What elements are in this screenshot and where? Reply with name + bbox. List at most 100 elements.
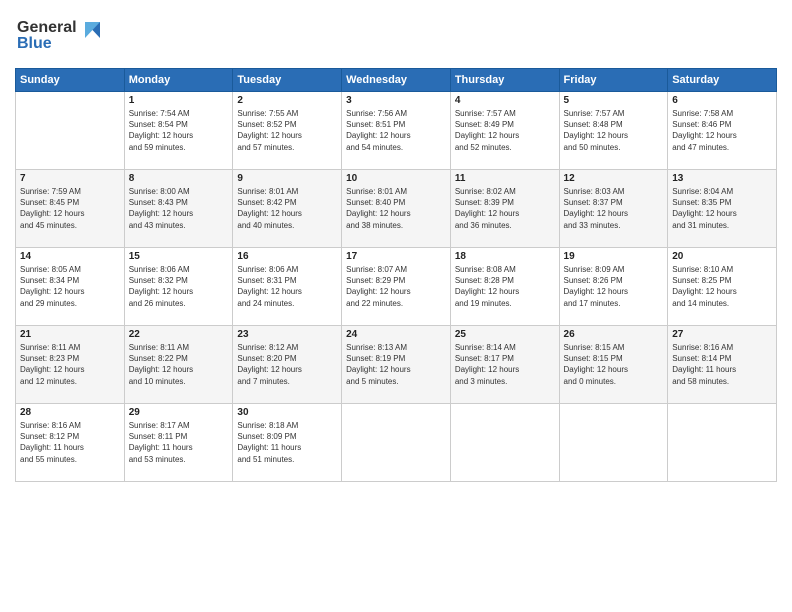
day-info: Sunrise: 7:55 AM Sunset: 8:52 PM Dayligh…: [237, 108, 337, 153]
day-info: Sunrise: 8:10 AM Sunset: 8:25 PM Dayligh…: [672, 264, 772, 309]
day-info: Sunrise: 8:13 AM Sunset: 8:19 PM Dayligh…: [346, 342, 446, 387]
day-number: 23: [237, 329, 337, 340]
day-number: 6: [672, 95, 772, 106]
day-number: 9: [237, 173, 337, 184]
logo: General Blue: [15, 10, 105, 60]
calendar-cell: 3 Sunrise: 7:56 AM Sunset: 8:51 PM Daylig…: [342, 92, 451, 170]
day-info: Sunrise: 8:16 AM Sunset: 8:12 PM Dayligh…: [20, 420, 120, 465]
day-number: 24: [346, 329, 446, 340]
calendar-cell: 19 Sunrise: 8:09 AM Sunset: 8:26 PM Dayli…: [559, 248, 668, 326]
calendar-cell: [450, 404, 559, 482]
day-info: Sunrise: 7:59 AM Sunset: 8:45 PM Dayligh…: [20, 186, 120, 231]
day-number: 18: [455, 251, 555, 262]
day-header-sunday: Sunday: [16, 69, 125, 92]
calendar-cell: 12Sunrise: 8:03 AM Sunset: 8:37 PM Dayli…: [559, 170, 668, 248]
day-info: Sunrise: 8:06 AM Sunset: 8:32 PM Dayligh…: [129, 264, 229, 309]
calendar-cell: 29 Sunrise: 8:17 AM Sunset: 8:11 PM Dayli…: [124, 404, 233, 482]
calendar-cell: 7Sunrise: 7:59 AM Sunset: 8:45 PM Daylig…: [16, 170, 125, 248]
week-row-2: 7Sunrise: 7:59 AM Sunset: 8:45 PM Daylig…: [16, 170, 777, 248]
day-info: Sunrise: 8:09 AM Sunset: 8:26 PM Dayligh…: [564, 264, 664, 309]
day-number: 17: [346, 251, 446, 262]
day-header-thursday: Thursday: [450, 69, 559, 92]
calendar-cell: 24 Sunrise: 8:13 AM Sunset: 8:19 PM Dayli…: [342, 326, 451, 404]
calendar-cell: 14 Sunrise: 8:05 AM Sunset: 8:34 PM Dayli…: [16, 248, 125, 326]
week-row-3: 14 Sunrise: 8:05 AM Sunset: 8:34 PM Dayli…: [16, 248, 777, 326]
header: General Blue: [15, 10, 777, 60]
day-info: Sunrise: 7:57 AM Sunset: 8:48 PM Dayligh…: [564, 108, 664, 153]
calendar-cell: 5 Sunrise: 7:57 AM Sunset: 8:48 PM Daylig…: [559, 92, 668, 170]
calendar-cell: 8Sunrise: 8:00 AM Sunset: 8:43 PM Daylig…: [124, 170, 233, 248]
calendar-cell: 22 Sunrise: 8:11 AM Sunset: 8:22 PM Dayli…: [124, 326, 233, 404]
day-number: 3: [346, 95, 446, 106]
day-number: 28: [20, 407, 120, 418]
day-number: 4: [455, 95, 555, 106]
day-info: Sunrise: 8:00 AM Sunset: 8:43 PM Dayligh…: [129, 186, 229, 231]
day-number: 30: [237, 407, 337, 418]
day-info: Sunrise: 8:17 AM Sunset: 8:11 PM Dayligh…: [129, 420, 229, 465]
calendar-cell: 26 Sunrise: 8:15 AM Sunset: 8:15 PM Dayli…: [559, 326, 668, 404]
day-info: Sunrise: 7:54 AM Sunset: 8:54 PM Dayligh…: [129, 108, 229, 153]
day-info: Sunrise: 7:57 AM Sunset: 8:49 PM Dayligh…: [455, 108, 555, 153]
day-header-saturday: Saturday: [668, 69, 777, 92]
day-info: Sunrise: 8:08 AM Sunset: 8:28 PM Dayligh…: [455, 264, 555, 309]
day-number: 16: [237, 251, 337, 262]
calendar-cell: 18 Sunrise: 8:08 AM Sunset: 8:28 PM Dayli…: [450, 248, 559, 326]
day-info: Sunrise: 8:01 AM Sunset: 8:42 PM Dayligh…: [237, 186, 337, 231]
calendar-cell: 13Sunrise: 8:04 AM Sunset: 8:35 PM Dayli…: [668, 170, 777, 248]
day-info: Sunrise: 8:11 AM Sunset: 8:23 PM Dayligh…: [20, 342, 120, 387]
day-header-tuesday: Tuesday: [233, 69, 342, 92]
day-info: Sunrise: 8:15 AM Sunset: 8:15 PM Dayligh…: [564, 342, 664, 387]
calendar-header-row: SundayMondayTuesdayWednesdayThursdayFrid…: [16, 69, 777, 92]
day-number: 2: [237, 95, 337, 106]
calendar-cell: 10 Sunrise: 8:01 AM Sunset: 8:40 PM Dayli…: [342, 170, 451, 248]
svg-text:General: General: [17, 19, 77, 36]
week-row-1: 1 Sunrise: 7:54 AM Sunset: 8:54 PM Daylig…: [16, 92, 777, 170]
day-header-friday: Friday: [559, 69, 668, 92]
day-header-monday: Monday: [124, 69, 233, 92]
calendar-table: SundayMondayTuesdayWednesdayThursdayFrid…: [15, 68, 777, 482]
calendar-cell: 4 Sunrise: 7:57 AM Sunset: 8:49 PM Daylig…: [450, 92, 559, 170]
day-number: 22: [129, 329, 229, 340]
calendar-cell: 9 Sunrise: 8:01 AM Sunset: 8:42 PM Daylig…: [233, 170, 342, 248]
day-number: 12: [564, 173, 664, 184]
calendar-cell: 6 Sunrise: 7:58 AM Sunset: 8:46 PM Daylig…: [668, 92, 777, 170]
calendar-cell: 27Sunrise: 8:16 AM Sunset: 8:14 PM Dayli…: [668, 326, 777, 404]
calendar-cell: 28 Sunrise: 8:16 AM Sunset: 8:12 PM Dayli…: [16, 404, 125, 482]
day-number: 5: [564, 95, 664, 106]
svg-text:Blue: Blue: [17, 35, 52, 52]
calendar-cell: 15 Sunrise: 8:06 AM Sunset: 8:32 PM Dayli…: [124, 248, 233, 326]
day-number: 26: [564, 329, 664, 340]
day-number: 20: [672, 251, 772, 262]
calendar-cell: 20 Sunrise: 8:10 AM Sunset: 8:25 PM Dayli…: [668, 248, 777, 326]
day-info: Sunrise: 8:11 AM Sunset: 8:22 PM Dayligh…: [129, 342, 229, 387]
day-number: 21: [20, 329, 120, 340]
calendar-cell: [342, 404, 451, 482]
day-number: 13: [672, 173, 772, 184]
day-info: Sunrise: 8:12 AM Sunset: 8:20 PM Dayligh…: [237, 342, 337, 387]
day-number: 15: [129, 251, 229, 262]
calendar-cell: [559, 404, 668, 482]
calendar-cell: 21 Sunrise: 8:11 AM Sunset: 8:23 PM Dayli…: [16, 326, 125, 404]
calendar-cell: 1 Sunrise: 7:54 AM Sunset: 8:54 PM Daylig…: [124, 92, 233, 170]
day-number: 19: [564, 251, 664, 262]
day-info: Sunrise: 7:56 AM Sunset: 8:51 PM Dayligh…: [346, 108, 446, 153]
calendar-cell: [16, 92, 125, 170]
day-number: 10: [346, 173, 446, 184]
day-number: 29: [129, 407, 229, 418]
day-info: Sunrise: 7:58 AM Sunset: 8:46 PM Dayligh…: [672, 108, 772, 153]
day-header-wednesday: Wednesday: [342, 69, 451, 92]
day-info: Sunrise: 8:14 AM Sunset: 8:17 PM Dayligh…: [455, 342, 555, 387]
day-number: 14: [20, 251, 120, 262]
logo-icon: General Blue: [15, 10, 105, 55]
calendar-cell: 25 Sunrise: 8:14 AM Sunset: 8:17 PM Dayli…: [450, 326, 559, 404]
calendar-container: General Blue SundayMondayTuesdayWednesda…: [0, 0, 792, 612]
day-info: Sunrise: 8:05 AM Sunset: 8:34 PM Dayligh…: [20, 264, 120, 309]
calendar-cell: 17Sunrise: 8:07 AM Sunset: 8:29 PM Dayli…: [342, 248, 451, 326]
day-info: Sunrise: 8:01 AM Sunset: 8:40 PM Dayligh…: [346, 186, 446, 231]
calendar-cell: 16Sunrise: 8:06 AM Sunset: 8:31 PM Dayli…: [233, 248, 342, 326]
day-number: 11: [455, 173, 555, 184]
day-number: 1: [129, 95, 229, 106]
week-row-5: 28 Sunrise: 8:16 AM Sunset: 8:12 PM Dayli…: [16, 404, 777, 482]
day-info: Sunrise: 8:18 AM Sunset: 8:09 PM Dayligh…: [237, 420, 337, 465]
day-number: 25: [455, 329, 555, 340]
